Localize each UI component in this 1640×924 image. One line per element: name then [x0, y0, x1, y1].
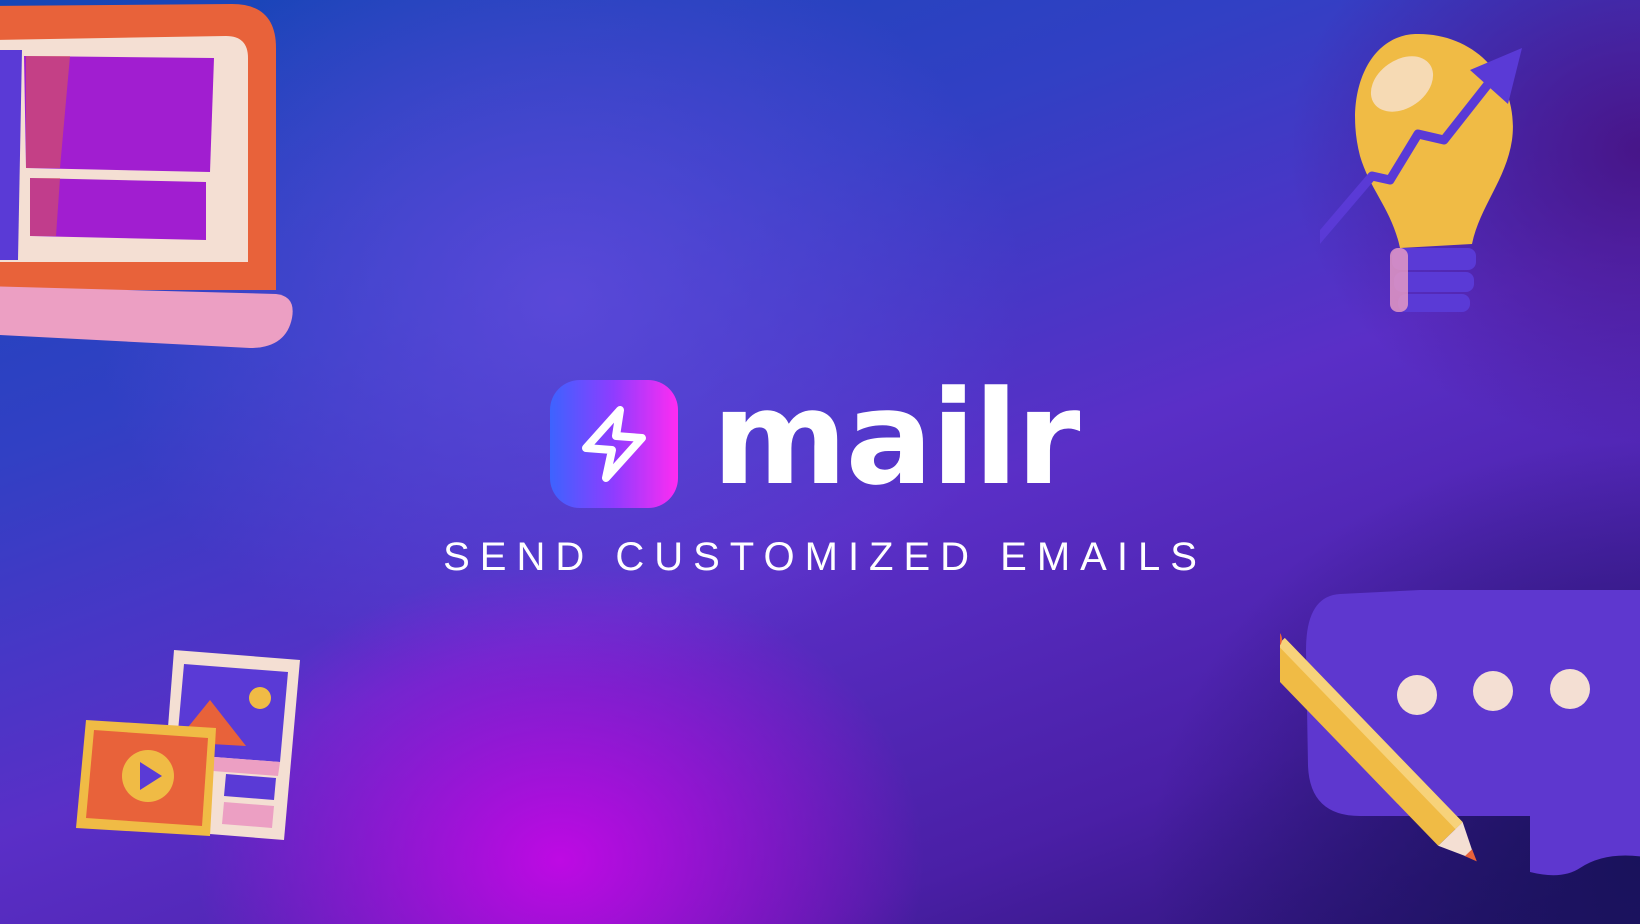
brand-name: mailr	[712, 362, 1080, 514]
brand-logo: mailr	[550, 373, 1080, 508]
lightbulb-growth-illustration	[1320, 33, 1522, 312]
chat-bubble-pencil-illustration	[1280, 590, 1640, 876]
tagline: SEND CUSTOMIZED EMAILS	[443, 535, 1207, 579]
app-icon	[550, 380, 678, 508]
laptop-illustration	[0, 4, 293, 348]
hero-banner: mailr SEND CUSTOMIZED EMAILS	[0, 0, 1640, 924]
photo-video-illustration	[76, 650, 300, 840]
lightning-bolt-icon	[582, 406, 646, 482]
